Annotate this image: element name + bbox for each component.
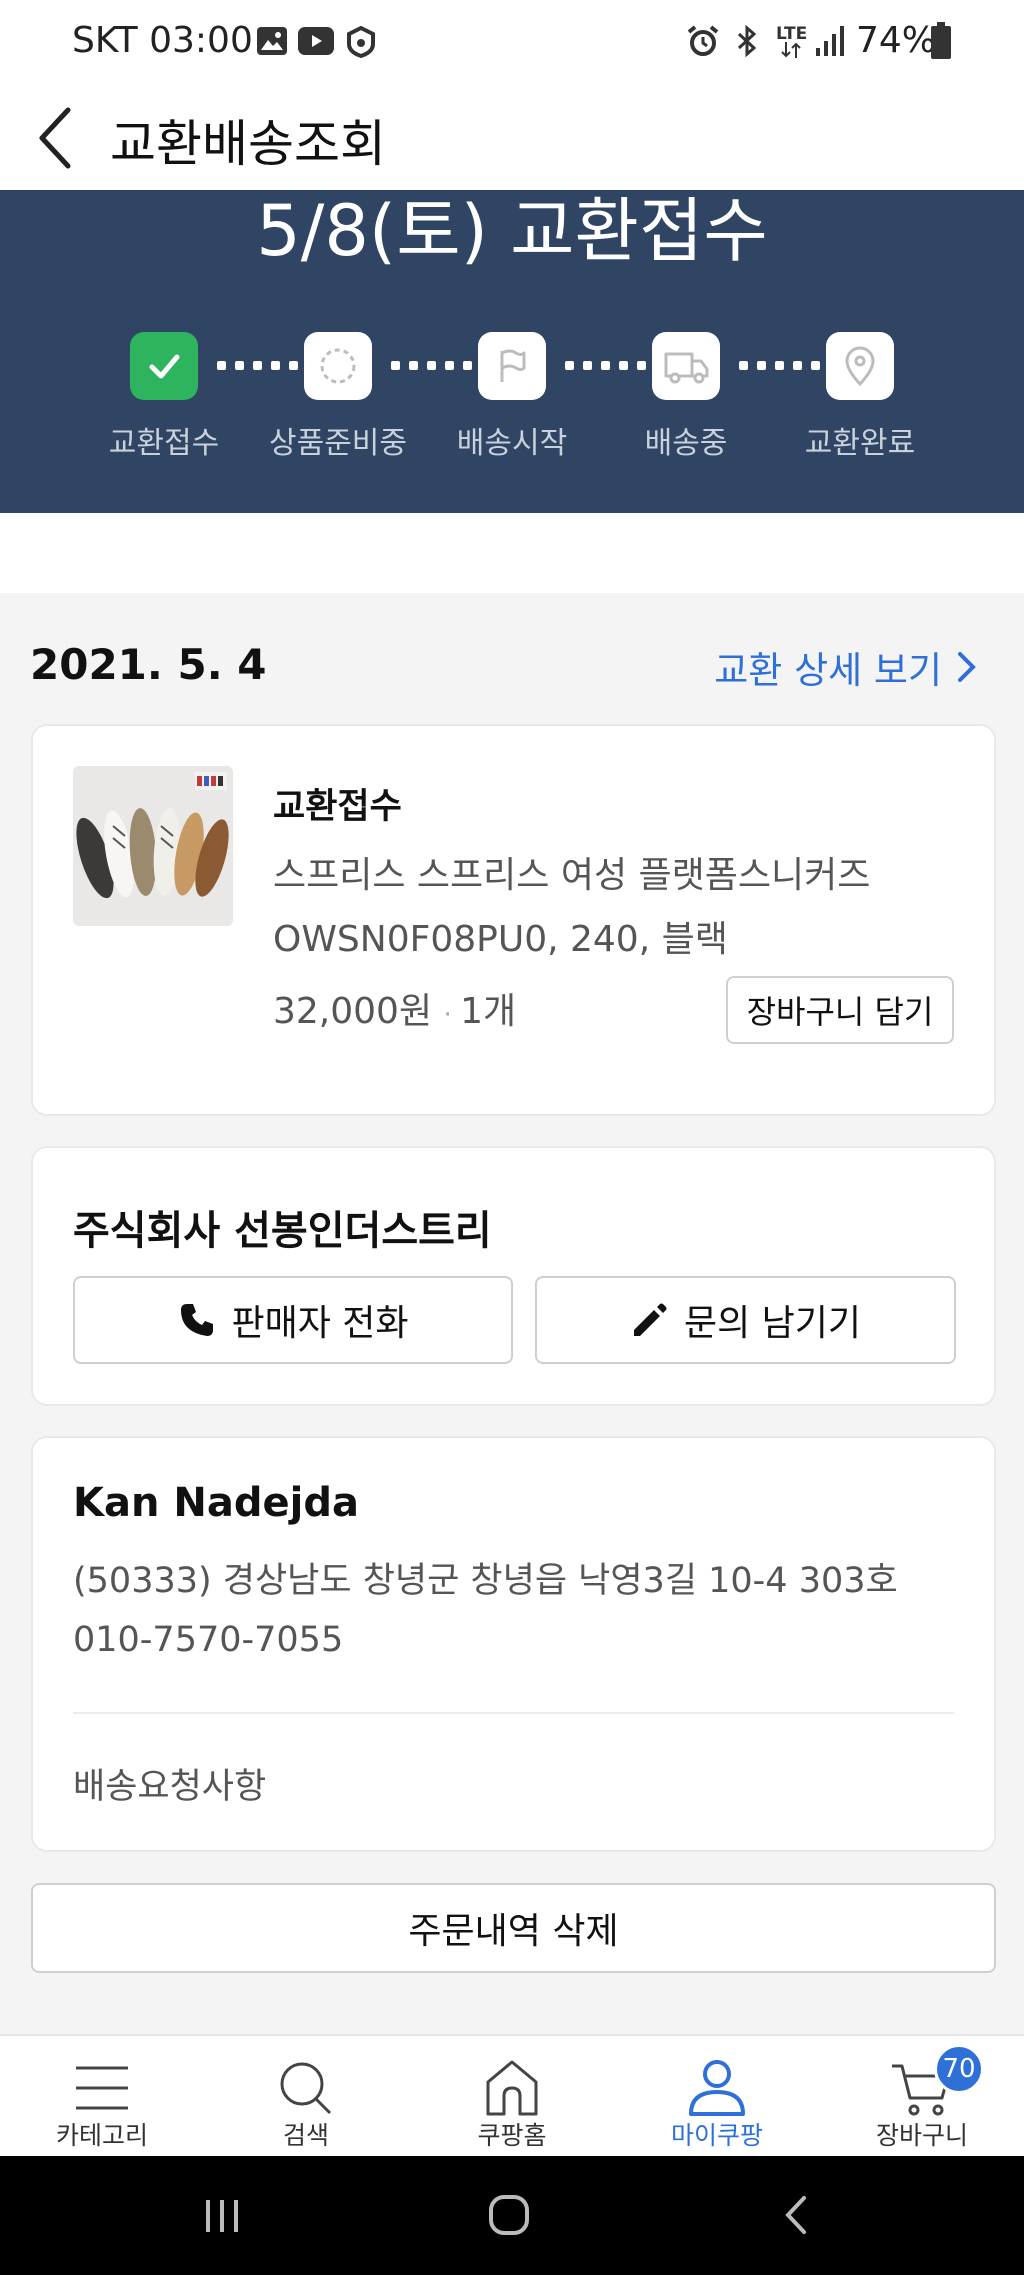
lte-label: LTE: [776, 24, 808, 44]
alarm-icon: [687, 25, 719, 56]
recent-apps-icon[interactable]: [200, 2194, 244, 2238]
search-icon: [280, 2062, 332, 2115]
battery-percent: 74%: [856, 20, 937, 61]
recipient-name: Kan Nadejda: [73, 1480, 359, 1526]
menu-icon: [76, 2066, 128, 2110]
step-label: 상품준비중: [269, 426, 407, 461]
status-headline: 5/8(토) 교환접수: [256, 190, 768, 272]
flag-icon: [478, 332, 546, 400]
nav-label: 카테고리: [55, 2121, 148, 2150]
step-exchange-complete: 교환완료: [785, 332, 935, 462]
truck-icon: [652, 332, 720, 400]
exchange-detail-link[interactable]: 교환 상세 보기: [714, 640, 978, 694]
pencil-icon: [633, 1303, 667, 1336]
app-header: 교환배송조회: [0, 84, 1024, 190]
product-name[interactable]: 스프리스 스프리스 여성 플랫폼스니커즈: [273, 846, 870, 898]
status-bar: SKT 03:00 LTE 74%: [0, 0, 1024, 84]
bluetooth-icon: [737, 24, 757, 58]
separator-dot: ·: [443, 1000, 461, 1030]
add-to-cart-button[interactable]: 장바구니 담기: [726, 976, 954, 1044]
shipping-address: (50333) 경상남도 창녕군 창녕읍 낙영3길 10-4 303호: [73, 1561, 898, 1601]
nav-item-home[interactable]: 쿠팡홈: [432, 2036, 592, 2156]
call-seller-button[interactable]: 판매자 전화: [73, 1276, 513, 1364]
leave-inquiry-label: 문의 남기기: [683, 1303, 862, 1344]
nav-label: 쿠팡홈: [477, 2121, 547, 2150]
banner-spacer: [0, 513, 1024, 593]
order-date: 2021. 5. 4: [30, 640, 267, 689]
call-seller-label: 판매자 전화: [231, 1303, 409, 1344]
delivery-status-banner: 5/8(토) 교환접수 교환접수 상품준비중 배송시작 배송중 교환완료: [0, 190, 1024, 513]
check-icon: [130, 332, 198, 400]
leave-inquiry-button[interactable]: 문의 남기기: [535, 1276, 956, 1364]
location-pin-icon: [826, 332, 894, 400]
step-label: 교환접수: [108, 426, 220, 461]
nav-label: 마이쿠팡: [670, 2121, 763, 2150]
carrier-time: SKT 03:00: [72, 20, 253, 61]
home-icon: [486, 2060, 538, 2116]
exchange-detail-label: 교환 상세 보기: [714, 649, 942, 692]
shipping-info-card: Kan Nadejda (50333) 경상남도 창녕군 창녕읍 낙영3길 10…: [31, 1436, 996, 1852]
recipient-phone: 010-7570-7055: [73, 1620, 344, 1660]
seller-card: 주식회사 선봉인더스트리 판매자 전화 문의 남기기: [31, 1146, 996, 1406]
step-label: 배송시작: [456, 426, 568, 461]
step-shipping-started: 배송시작: [437, 332, 587, 462]
nav-item-my-coupang[interactable]: 마이쿠팡: [637, 2036, 797, 2156]
user-icon: [689, 2060, 745, 2116]
product-price-qty: 32,000원 · 1개: [273, 982, 516, 1034]
product-price: 32,000원: [273, 991, 433, 1032]
phone-icon: [181, 1304, 214, 1336]
nav-item-cart[interactable]: 70 장바구니: [842, 2036, 1002, 2156]
shield-app-icon: [347, 26, 375, 58]
nav-item-search[interactable]: 검색: [226, 2036, 386, 2156]
step-in-transit: 배송중: [611, 332, 761, 462]
step-label: 배송중: [644, 426, 728, 461]
exchange-status: 교환접수: [273, 787, 402, 827]
page-title: 교환배송조회: [110, 115, 386, 173]
product-option: OWSN0F08PU0, 240, 블랙: [273, 919, 728, 960]
system-navigation-bar: [0, 2156, 1024, 2275]
nav-label: 장바구니: [875, 2121, 968, 2150]
step-preparing: 상품준비중: [263, 332, 413, 462]
gallery-icon: [257, 27, 287, 55]
loading-circle-icon: [304, 332, 372, 400]
seller-name: 주식회사 선봉인더스트리: [73, 1208, 492, 1254]
chevron-right-icon: [958, 652, 976, 682]
product-thumbnail[interactable]: [73, 766, 233, 926]
nav-label: 검색: [282, 2121, 329, 2150]
step-label: 교환완료: [804, 426, 916, 461]
product-quantity: 1개: [460, 991, 517, 1032]
home-button-icon[interactable]: [486, 2192, 532, 2238]
youtube-icon: [298, 27, 334, 55]
data-arrows-icon: [781, 42, 801, 58]
delete-order-button[interactable]: 주문내역 삭제: [31, 1883, 996, 1973]
cart-count-badge: 70: [934, 2044, 984, 2094]
nav-item-category[interactable]: 카테고리: [22, 2036, 182, 2156]
product-card: 교환접수 스프리스 스프리스 여성 플랫폼스니커즈 OWSN0F08PU0, 2…: [31, 724, 996, 1116]
signal-icon: [816, 26, 844, 56]
bottom-navigation: 카테고리 검색 쿠팡홈 마이쿠팡 70 장바구니: [0, 2034, 1024, 2156]
system-back-icon[interactable]: [780, 2192, 810, 2238]
divider: [73, 1712, 954, 1714]
step-exchange-received: 교환접수: [89, 332, 239, 462]
delivery-request-label: 배송요청사항: [73, 1767, 267, 1807]
back-arrow-icon[interactable]: [30, 98, 90, 178]
battery-icon: [931, 22, 951, 59]
